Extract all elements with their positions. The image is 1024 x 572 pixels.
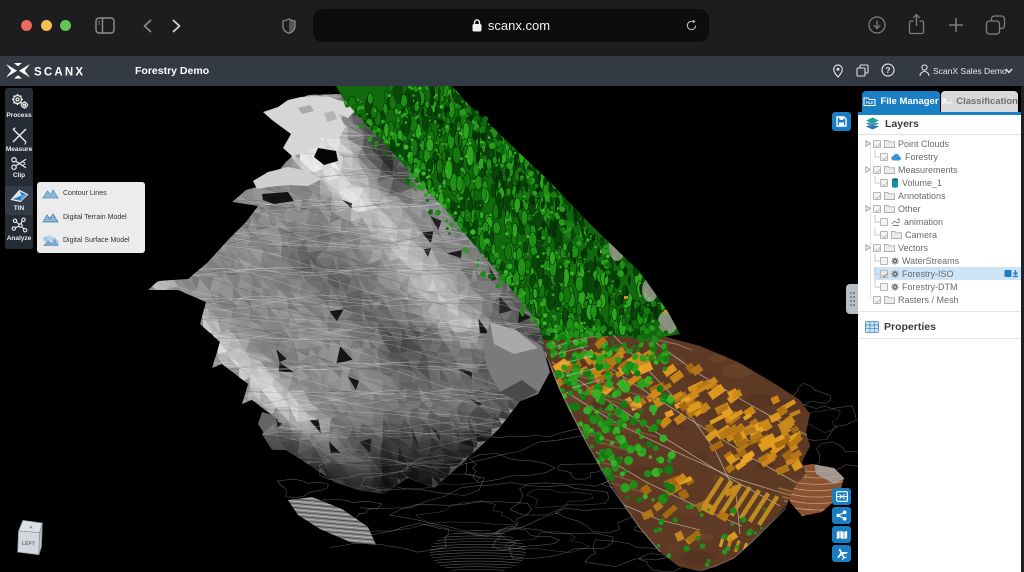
- svg-text:LEFT: LEFT: [22, 541, 36, 548]
- svg-text:SCANX: SCANX: [34, 67, 85, 79]
- svg-text:▲: ▲: [28, 524, 34, 531]
- svg-text:FILE: FILE: [866, 101, 874, 105]
- svg-text:?: ?: [885, 65, 890, 75]
